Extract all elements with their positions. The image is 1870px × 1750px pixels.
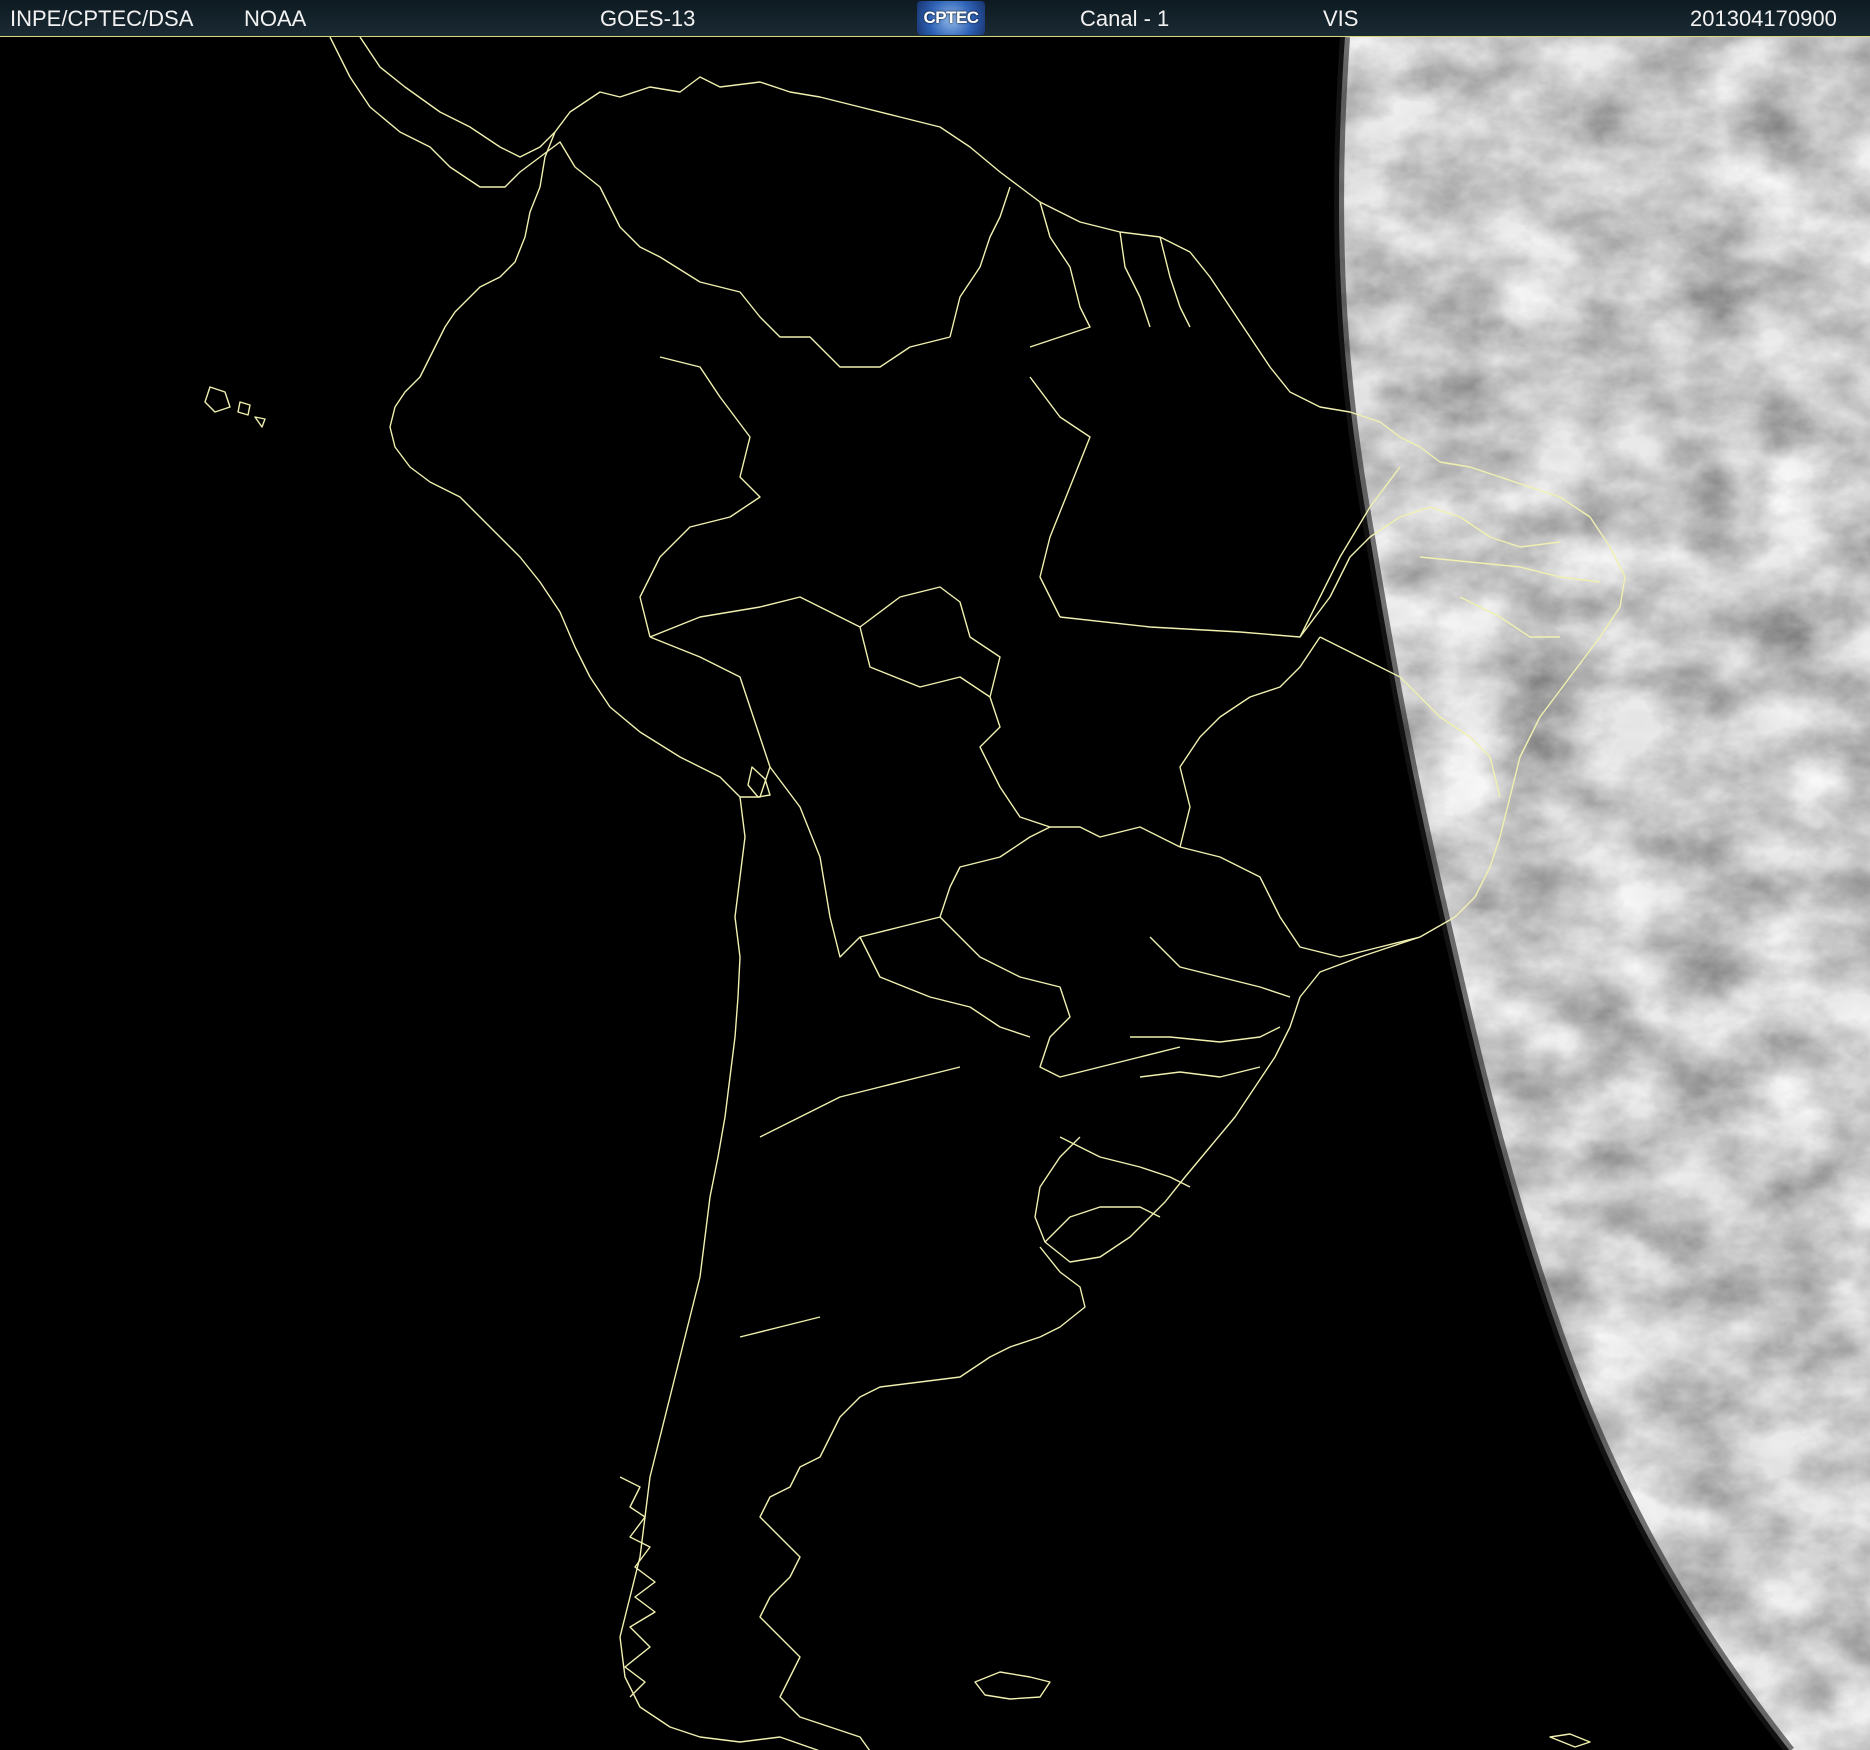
- institution-label: INPE/CPTEC/DSA: [10, 6, 194, 31]
- cptec-logo: CPTEC: [917, 1, 985, 35]
- satellite-image-viewport: [0, 36, 1870, 1750]
- satellite-label: GOES-13: [600, 6, 696, 31]
- image-header-bar: INPE/CPTEC/DSA NOAA GOES-13 CPTEC Canal …: [0, 0, 1870, 36]
- satellite-map-svg: [0, 37, 1870, 1750]
- timestamp-label: 201304170900: [1690, 6, 1837, 31]
- band-label: VIS: [1323, 6, 1359, 31]
- channel-label: Canal - 1: [1080, 6, 1170, 31]
- satellite-image-page: INPE/CPTEC/DSA NOAA GOES-13 CPTEC Canal …: [0, 0, 1870, 1750]
- logo-text: CPTEC: [923, 8, 979, 27]
- agency-label: NOAA: [244, 6, 307, 31]
